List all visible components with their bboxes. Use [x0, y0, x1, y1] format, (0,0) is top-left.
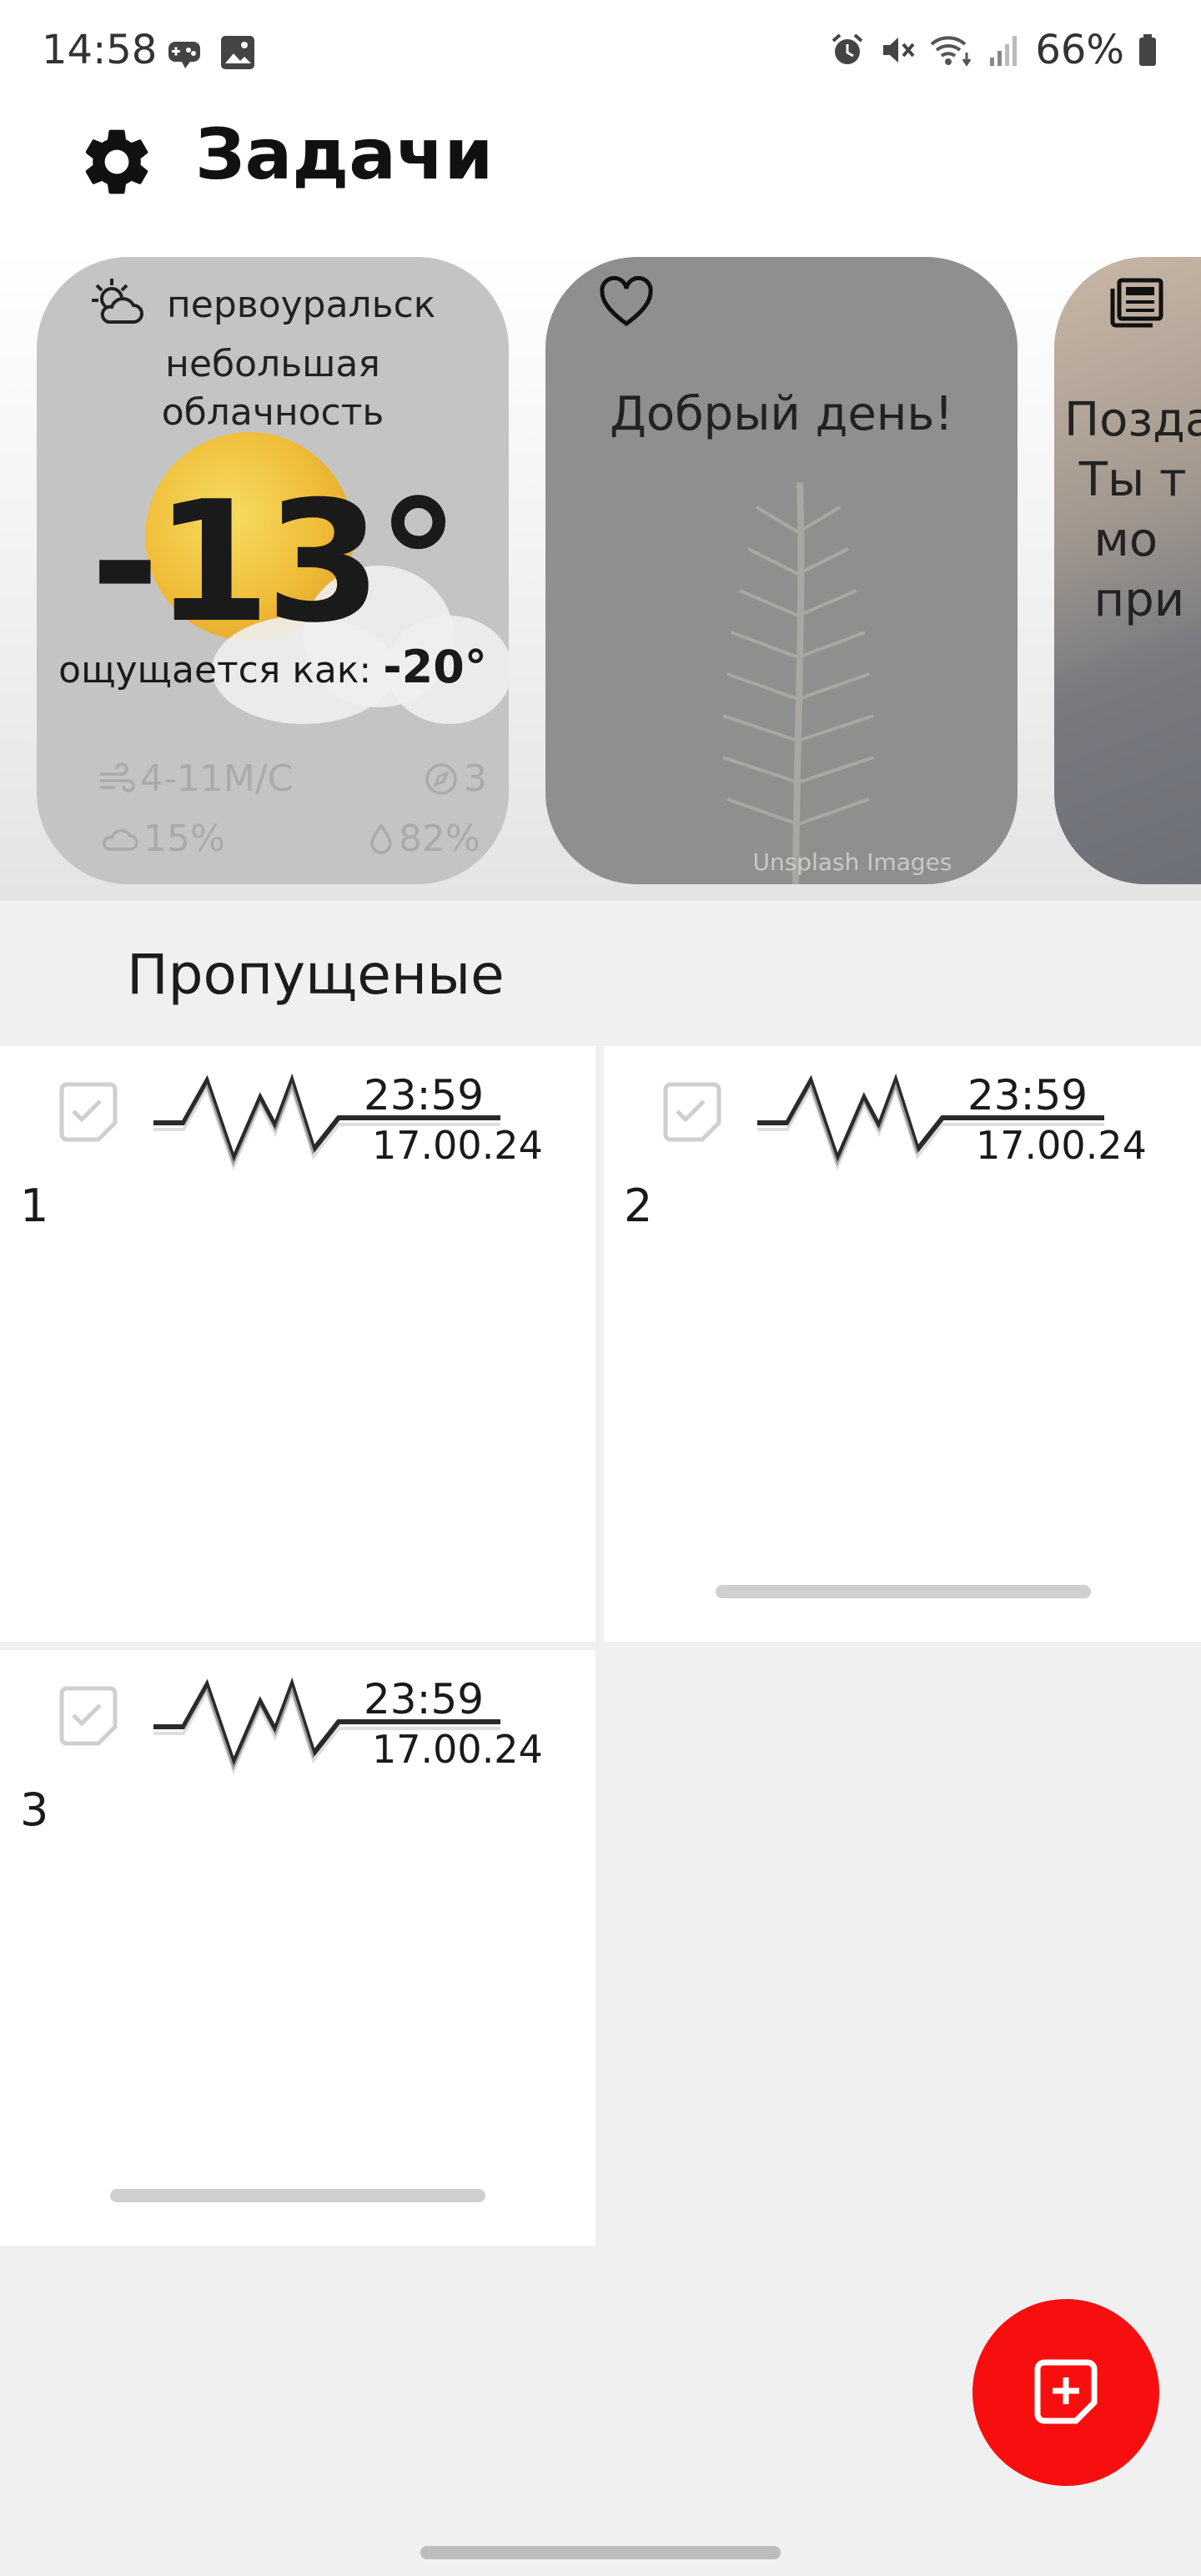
checkbox-icon[interactable]: [55, 1683, 122, 1750]
weather-temperature: -13°: [90, 465, 460, 660]
wifi-icon: [930, 36, 972, 67]
scrollbar[interactable]: [716, 1585, 1091, 1598]
news-card[interactable]: Позда Ты т мо при: [1054, 257, 1201, 884]
task-card[interactable]: 23:59 17.00.24 1: [0, 1046, 595, 1642]
wind-icon: [100, 762, 135, 792]
add-task-button[interactable]: [972, 2299, 1159, 2486]
section-title: Пропущеные: [127, 943, 505, 1007]
greeting-text: Добрый день!: [610, 387, 953, 441]
checkbox-icon[interactable]: [55, 1079, 122, 1146]
cloudiness-stat: 15%: [98, 818, 225, 860]
scrollbar[interactable]: [110, 2189, 485, 2202]
task-card[interactable]: 23:59 17.00.24 3: [0, 1650, 595, 2246]
checkbox-icon[interactable]: [659, 1079, 726, 1146]
app-header: Задачи: [0, 100, 1201, 250]
weather-card[interactable]: первоуральск небольшая облачность -13° о…: [37, 257, 509, 884]
task-date: 17.00.24: [372, 1727, 543, 1772]
image-icon: [221, 36, 254, 69]
battery-percent: 66%: [1035, 27, 1124, 73]
status-right: 66%: [828, 27, 1159, 73]
newspaper-icon: [1110, 278, 1163, 328]
feels-like-value: -20°: [383, 641, 487, 693]
humidity-stat: 82%: [369, 818, 480, 860]
signal-icon: [990, 36, 1018, 66]
task-date: 17.00.24: [372, 1123, 543, 1168]
partly-cloudy-icon: [92, 279, 143, 324]
weather-feels-like: ощущается как: -20°: [37, 641, 509, 693]
heart-icon[interactable]: [597, 274, 656, 332]
task-time: 23:59: [364, 1675, 485, 1723]
feels-like-label: ощущается как:: [58, 649, 372, 692]
battery-icon: [1139, 34, 1156, 66]
task-date: 17.00.24: [976, 1123, 1147, 1168]
compass-icon: [425, 762, 457, 795]
navigation-handle[interactable]: [420, 2546, 781, 2559]
wind-stat: 4-11М/С: [98, 757, 293, 800]
task-title: 2: [624, 1180, 653, 1232]
game-controller-icon: [168, 42, 200, 68]
task-time: 23:59: [967, 1071, 1088, 1119]
direction-stat: 3: [424, 757, 487, 800]
status-left-icons: [163, 33, 257, 72]
task-card[interactable]: 23:59 17.00.24 2: [604, 1046, 1201, 1642]
image-credit: Unsplash Images: [752, 848, 952, 876]
plant-photo: [722, 481, 874, 884]
gear-icon[interactable]: [77, 122, 157, 202]
alarm-icon: [832, 33, 863, 64]
mute-icon: [883, 38, 915, 63]
status-bar: 14:58 66%: [0, 0, 1201, 100]
news-text: Позда Ты т мо при: [1064, 393, 1201, 627]
greeting-card[interactable]: Добрый день! Unsplash Images: [545, 257, 1018, 884]
add-note-icon: [1034, 2359, 1098, 2424]
status-time: 14:58: [42, 27, 158, 73]
droplet-icon: [370, 823, 392, 854]
task-time: 23:59: [364, 1071, 485, 1119]
weather-city: первоуральск: [167, 284, 436, 326]
humidity-value: 82%: [399, 818, 480, 860]
task-title: 3: [20, 1784, 49, 1836]
cloudiness-value: 15%: [143, 818, 225, 860]
weather-description: небольшая облачность: [161, 343, 384, 434]
cloud-icon: [103, 828, 138, 851]
task-title: 1: [20, 1180, 49, 1232]
direction-value: 3: [464, 757, 487, 800]
cards-carousel[interactable]: первоуральск небольшая облачность -13° о…: [0, 250, 1201, 901]
page-title: Задачи: [195, 113, 494, 195]
wind-value: 4-11М/С: [140, 757, 294, 800]
